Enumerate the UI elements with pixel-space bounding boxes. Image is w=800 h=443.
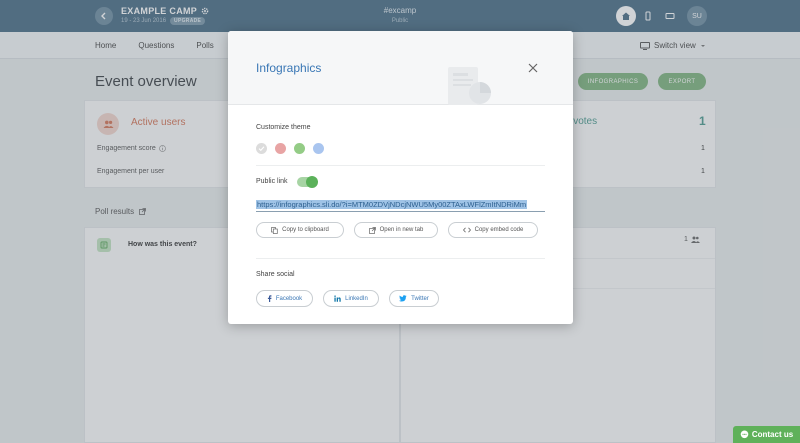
- customize-theme-label: Customize theme: [256, 124, 311, 131]
- theme-swatches: [256, 143, 324, 154]
- linkedin-icon: [334, 295, 341, 302]
- twitter-icon: [399, 295, 407, 302]
- theme-swatch-green[interactable]: [294, 143, 305, 154]
- theme-swatch-red[interactable]: [275, 143, 286, 154]
- toggle-knob: [306, 176, 318, 188]
- facebook-label: Facebook: [275, 295, 303, 302]
- linkedin-label: LinkedIn: [345, 295, 368, 302]
- modal-title: Infographics: [256, 61, 322, 75]
- theme-swatch-gray[interactable]: [256, 143, 267, 154]
- copy-embed-code-label: Copy embed code: [474, 227, 524, 233]
- public-link-field[interactable]: https://infographics.sli.do/?i=MTM0ZDVjN…: [256, 198, 545, 212]
- facebook-icon: [267, 295, 272, 302]
- linkedin-share-button[interactable]: LinkedIn: [323, 290, 379, 307]
- public-link-url: https://infographics.sli.do/?i=MTM0ZDVjN…: [256, 200, 528, 209]
- copy-to-clipboard-button[interactable]: Copy to clipboard: [256, 222, 344, 238]
- infographics-modal: Infographics Customize theme Public link…: [228, 31, 573, 324]
- close-button[interactable]: [526, 61, 540, 75]
- divider: [256, 165, 545, 166]
- public-link-label: Public link: [256, 178, 288, 185]
- infographic-illustration-icon: [448, 67, 491, 105]
- code-icon: [462, 227, 471, 233]
- copy-to-clipboard-label: Copy to clipboard: [282, 227, 329, 233]
- divider: [256, 258, 545, 259]
- contact-us-label: Contact us: [751, 430, 794, 439]
- theme-swatch-blue[interactable]: [313, 143, 324, 154]
- modal-header: Infographics: [228, 31, 573, 105]
- external-link-icon: [368, 226, 376, 234]
- facebook-share-button[interactable]: Facebook: [256, 290, 313, 307]
- copy-embed-code-button[interactable]: Copy embed code: [448, 222, 538, 238]
- contact-us-button[interactable]: Contact us: [733, 426, 800, 443]
- open-in-new-tab-label: Open in new tab: [379, 227, 424, 233]
- twitter-share-button[interactable]: Twitter: [389, 290, 439, 307]
- twitter-label: Twitter: [411, 295, 429, 302]
- chat-icon: [740, 430, 749, 439]
- public-link-toggle[interactable]: [297, 176, 318, 188]
- share-social-label: Share social: [256, 271, 295, 278]
- copy-icon: [271, 226, 278, 234]
- open-in-new-tab-button[interactable]: Open in new tab: [354, 222, 438, 238]
- close-icon: [528, 63, 538, 73]
- check-icon: [258, 146, 265, 152]
